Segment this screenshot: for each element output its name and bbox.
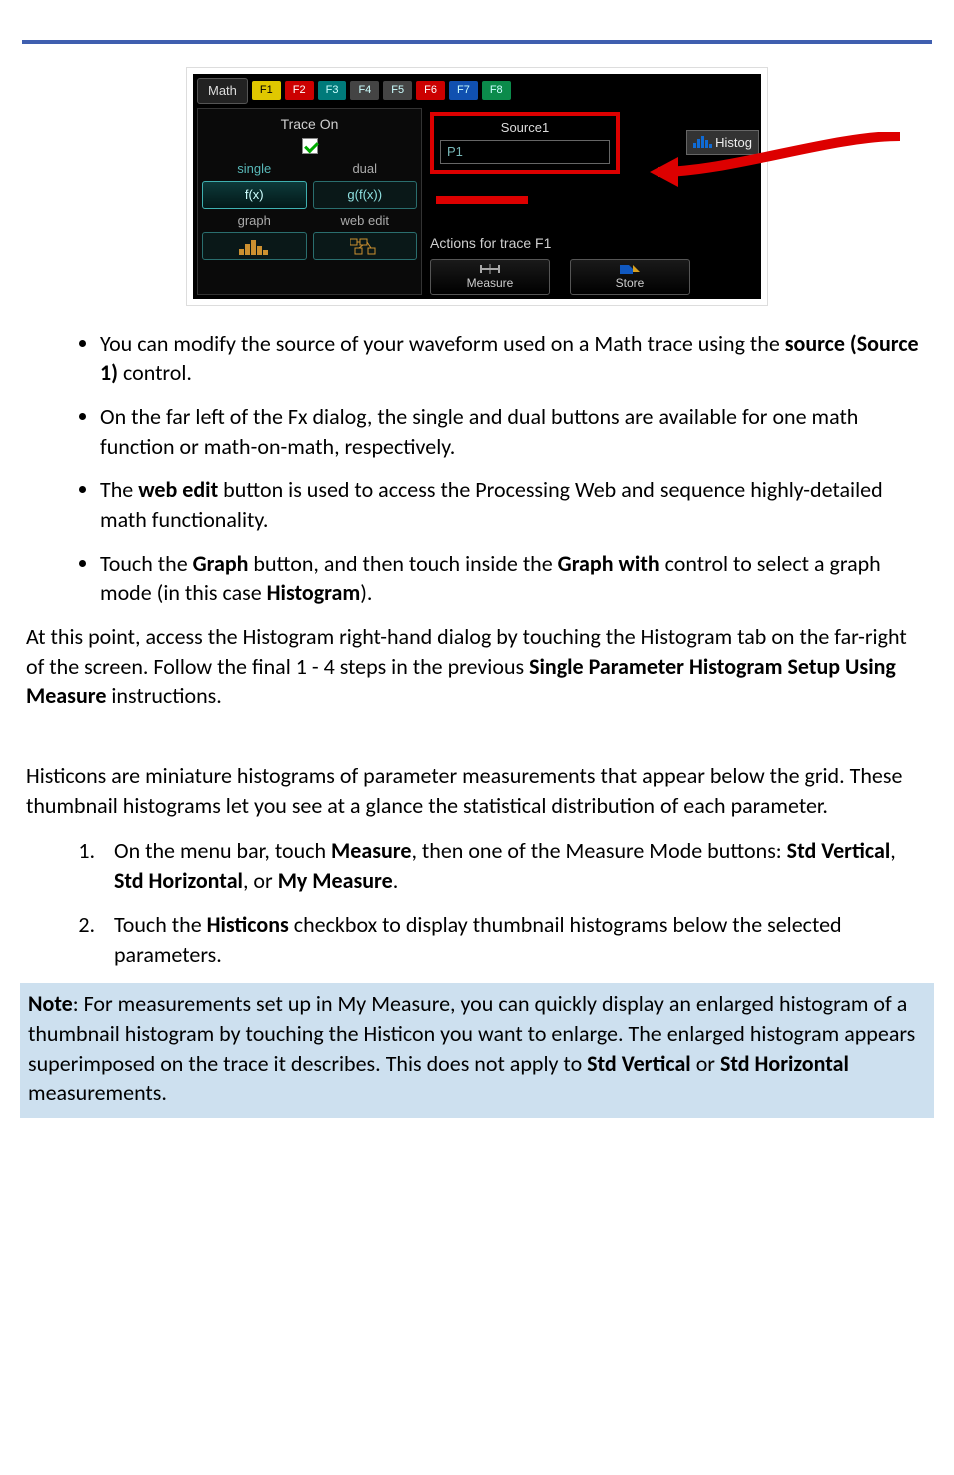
text-bold: Std Vertical [587,1050,691,1077]
list-item: On the far left of the Fx dialog, the si… [100,402,932,461]
text-bold: Graph [193,550,249,577]
text: , or [243,867,278,894]
paragraph: Histicons are miniature histograms of pa… [26,761,928,820]
list-item: Touch the Histicons checkbox to display … [100,910,932,969]
bullet-list: You can modify the source of your wavefo… [22,329,932,609]
tab-f4[interactable]: F4 [350,81,379,100]
text: The [100,476,138,503]
dual-button[interactable]: g(f(x)) [313,181,418,209]
tab-f1[interactable]: F1 [252,81,281,100]
note-box: Note: For measurements set up in My Meas… [20,983,934,1118]
text: ). [360,579,372,606]
tab-f3[interactable]: F3 [318,81,347,100]
source1-value: P1 [440,140,610,164]
text-bold: Std Horizontal [114,867,243,894]
paragraph: At this point, access the Histogram righ… [26,622,928,711]
actions-label: Actions for trace F1 [430,234,757,253]
graph-button[interactable] [202,232,307,260]
text-bold: My Measure [278,867,393,894]
trace-on-checkbox[interactable] [302,138,318,154]
store-button-label: Store [616,275,645,291]
store-icon [619,263,641,275]
dual-label: dual [313,160,418,178]
text: On the far left of the Fx dialog, the si… [100,403,858,460]
tab-f7[interactable]: F7 [449,81,478,100]
text: . [393,867,399,894]
top-rule [22,40,932,44]
webedit-button[interactable] [313,232,418,260]
text-bold: Measure [331,837,411,864]
text-bold: Histicons [207,911,289,938]
source1-label: Source1 [440,119,610,137]
tab-f8[interactable]: F8 [482,81,511,100]
text: measurements. [28,1079,167,1106]
measure-icon [479,263,501,275]
text: , then one of the Measure Mode buttons: [411,837,786,864]
list-item: Touch the Graph button, and then touch i… [100,549,932,608]
graph-icon [239,237,269,255]
histogram-button[interactable]: Histog [686,130,759,156]
store-button[interactable]: Store [570,259,690,295]
left-panel: Trace On single dual f(x) g(f(x)) graph … [197,108,422,295]
text-bold: Histogram [267,579,361,606]
histogram-button-label: Histog [715,134,752,152]
graph-label: graph [202,212,307,230]
single-button[interactable]: f(x) [202,181,307,209]
text: instructions. [106,682,221,709]
note-label: Note [28,990,73,1017]
text: You can modify the source of your wavefo… [100,330,785,357]
tab-row: Math F1 F2 F3 F4 F5 F6 F7 F8 [193,74,761,108]
list-item: The web edit button is used to access th… [100,475,932,534]
text: button, and then touch inside the [248,550,557,577]
source1-control[interactable]: Source1 P1 [430,112,620,174]
webedit-icon [350,237,380,255]
list-item: On the menu bar, touch Measure, then one… [100,836,932,895]
histogram-icon [693,136,711,148]
tab-math[interactable]: Math [197,78,248,104]
text: Touch the [100,550,193,577]
text-bold: Std Horizontal [720,1050,849,1077]
measure-button-label: Measure [467,275,514,291]
trace-on-label: Trace On [202,113,417,136]
tab-f5[interactable]: F5 [383,81,412,100]
numbered-steps: On the menu bar, touch Measure, then one… [22,836,932,969]
text: button is used to access the Processing … [100,476,883,533]
text: Touch the [114,911,207,938]
screenshot-figure: Math F1 F2 F3 F4 F5 F6 F7 F8 Trace On si… [187,68,767,305]
webedit-label: web edit [313,212,418,230]
text: , [890,837,896,864]
text-bold: Std Vertical [787,837,891,864]
text: or [691,1050,720,1077]
text-bold: web edit [138,476,218,503]
measure-button[interactable]: Measure [430,259,550,295]
list-item: You can modify the source of your wavefo… [100,329,932,388]
callout-bar [436,196,528,204]
single-label: single [202,160,307,178]
tab-f6[interactable]: F6 [416,81,445,100]
text: control. [118,359,192,386]
text: On the menu bar, touch [114,837,331,864]
tab-f2[interactable]: F2 [285,81,314,100]
text-bold: Graph with [558,550,660,577]
